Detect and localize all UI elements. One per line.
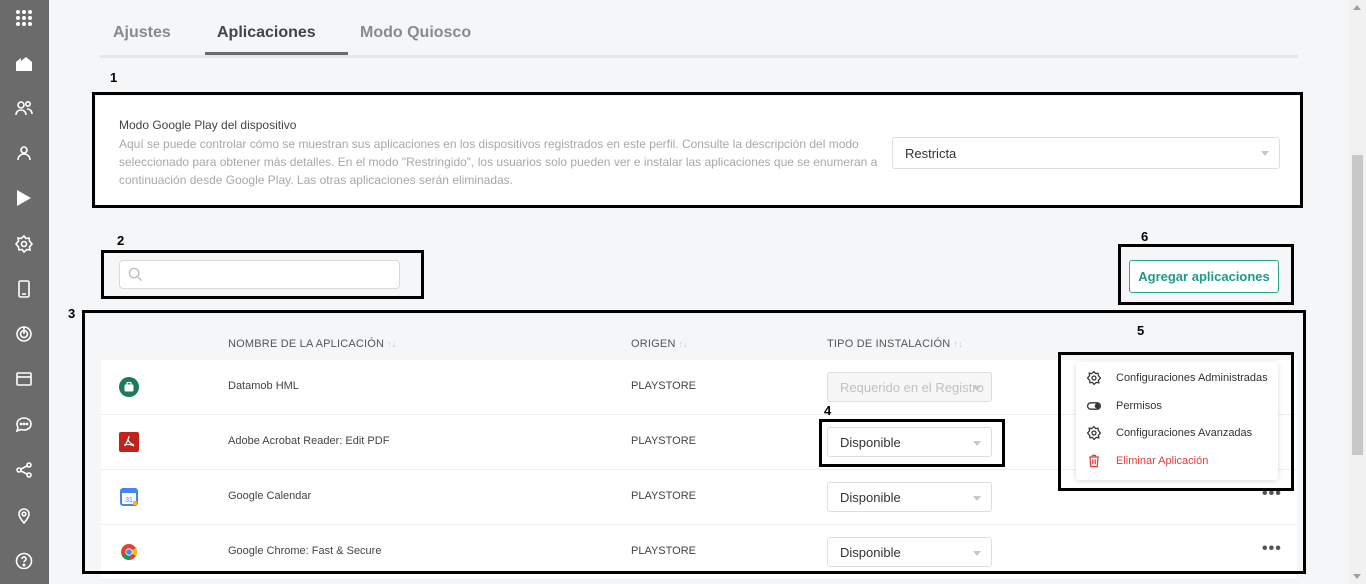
- annotation-number-5: 5: [1137, 323, 1145, 338]
- annotation-number-4: 4: [824, 403, 832, 418]
- chat-icon[interactable]: [12, 413, 36, 437]
- scroll-down-icon[interactable]: [1353, 574, 1361, 579]
- annotation-box-6: [1118, 244, 1294, 305]
- share-icon[interactable]: [12, 458, 36, 482]
- annotation-box-2: [101, 250, 424, 299]
- apps-grid-icon[interactable]: [12, 6, 36, 30]
- active-tab-indicator: [205, 52, 348, 55]
- page-scrollbar[interactable]: [1349, 0, 1366, 584]
- annotation-number-2: 2: [117, 233, 125, 248]
- location-icon[interactable]: [12, 503, 36, 527]
- annotation-box-4: [819, 419, 1005, 467]
- help-icon[interactable]: [12, 549, 36, 573]
- device-icon[interactable]: [12, 277, 36, 301]
- settings-icon[interactable]: [12, 232, 36, 256]
- sidebar: [0, 0, 49, 584]
- home-icon[interactable]: [12, 51, 36, 75]
- annotation-number-1: 1: [110, 70, 118, 85]
- annotation-box-5: [1058, 352, 1294, 491]
- scroll-thumb[interactable]: [1352, 155, 1363, 455]
- users-icon[interactable]: [12, 96, 36, 120]
- tab-bar: Ajustes Aplicaciones Modo Quiosco: [100, 18, 1298, 58]
- tab-modo-quiosco[interactable]: Modo Quiosco: [360, 24, 471, 42]
- play-store-icon[interactable]: [12, 186, 36, 210]
- power-icon[interactable]: [12, 322, 36, 346]
- user-icon[interactable]: [12, 141, 36, 165]
- annotation-box-1: [92, 92, 1303, 208]
- annotation-number-3: 3: [68, 306, 76, 321]
- annotation-number-6: 6: [1141, 229, 1149, 244]
- tab-aplicaciones[interactable]: Aplicaciones: [217, 24, 316, 42]
- scroll-up-icon[interactable]: [1353, 5, 1361, 10]
- browser-icon[interactable]: [12, 367, 36, 391]
- tab-ajustes[interactable]: Ajustes: [113, 24, 171, 42]
